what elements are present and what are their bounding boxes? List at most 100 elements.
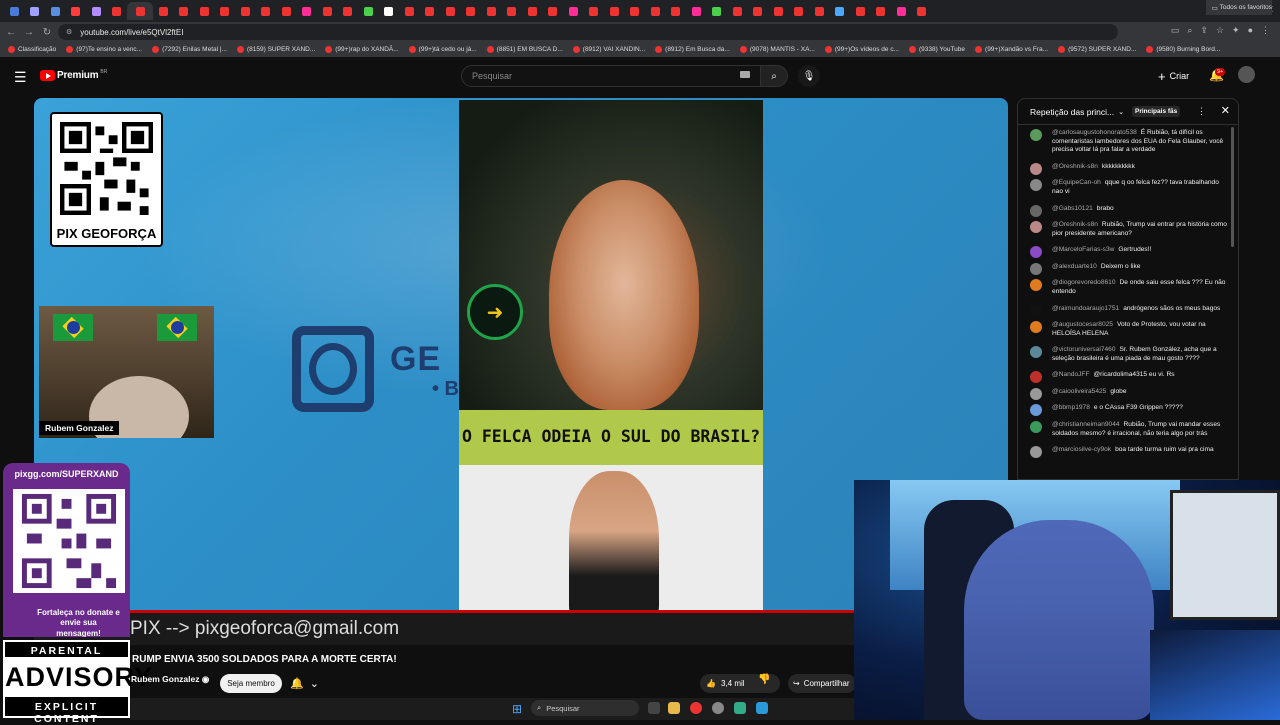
forward-icon[interactable]: → bbox=[22, 27, 36, 38]
chat-scrollbar[interactable] bbox=[1231, 127, 1234, 247]
all-bookmarks[interactable]: ▭ Todos os favoritos bbox=[1205, 0, 1272, 15]
bookmark-item[interactable]: (9572) SUPER XAND... bbox=[1058, 46, 1136, 53]
chat-username[interactable]: @EquipeCan-oh bbox=[1052, 179, 1101, 186]
browser-tab[interactable] bbox=[666, 2, 687, 20]
chat-username[interactable]: @victoruniversal7460 bbox=[1052, 346, 1116, 353]
bookmark-item[interactable]: (99+)Xandão vs Fra... bbox=[975, 46, 1048, 53]
chat-avatar[interactable] bbox=[1030, 204, 1042, 217]
bookmark-item[interactable]: (9338) YouTube bbox=[909, 46, 965, 53]
extensions-icon[interactable]: ✦ bbox=[1232, 25, 1240, 36]
profile-icon[interactable]: ● bbox=[1248, 25, 1253, 36]
chat-message[interactable]: @MarceloFarias-s3w Gertrudes!! bbox=[1018, 246, 1238, 259]
browser-tab[interactable] bbox=[45, 2, 66, 20]
browser-tab[interactable] bbox=[174, 2, 195, 20]
chat-username[interactable]: @marciosilve-cy9ok bbox=[1052, 446, 1111, 453]
browser-tab[interactable] bbox=[563, 2, 584, 20]
browser-tab[interactable] bbox=[66, 2, 87, 20]
chat-message[interactable]: @caiooliveira5425 globe bbox=[1018, 387, 1238, 400]
browser-tab[interactable] bbox=[297, 2, 318, 20]
browser-tab[interactable] bbox=[727, 2, 748, 20]
chat-message[interactable]: @marciosilve-cy9ok boa tarde turma ruim v… bbox=[1018, 446, 1238, 459]
chat-message[interactable]: @diogorevoredo8610 De onde saiu esse felc… bbox=[1018, 279, 1238, 296]
browser-tab[interactable] bbox=[686, 2, 707, 20]
chrome-icon[interactable] bbox=[690, 702, 702, 714]
chat-message[interactable]: @NandoJFF @ricardolima4315 eu vi. Rs bbox=[1018, 371, 1238, 384]
close-icon[interactable]: ✕ bbox=[1221, 104, 1230, 117]
chat-avatar[interactable] bbox=[1030, 221, 1042, 234]
subscription-bell-button[interactable]: 🔔 ⌄ bbox=[290, 674, 319, 693]
file-explorer-icon[interactable] bbox=[668, 702, 680, 714]
browser-tab[interactable] bbox=[153, 2, 174, 20]
chat-username[interactable]: @christianneiman9044 bbox=[1052, 421, 1120, 428]
bookmark-item[interactable]: Classificação bbox=[8, 46, 56, 53]
bookmark-item[interactable]: (9078) MANTIS - XA... bbox=[739, 46, 815, 53]
chat-avatar[interactable] bbox=[1030, 262, 1042, 275]
browser-tab[interactable] bbox=[215, 2, 236, 20]
bookmark-item[interactable]: (99+)tá cedo ou já... bbox=[408, 46, 477, 53]
browser-tab[interactable] bbox=[891, 2, 912, 20]
bookmark-item[interactable]: (9580) Burning Bord... bbox=[1146, 46, 1220, 53]
chat-message[interactable]: @carlosaugustohonorato538 É Rubião, tá di… bbox=[1018, 129, 1238, 155]
bookmark-item[interactable]: (8912) VAI XANDIN... bbox=[572, 46, 645, 53]
chat-message[interactable]: @raimundoaraujo1751 andrógenos sãos os me… bbox=[1018, 304, 1238, 317]
chat-avatar[interactable] bbox=[1030, 446, 1042, 459]
browser-tab[interactable] bbox=[850, 2, 871, 20]
channel-name[interactable]: Rubem Gonzalez ◉ bbox=[131, 674, 209, 685]
youtube-logo[interactable]: Premium BR bbox=[40, 69, 107, 81]
site-info-icon[interactable]: ⚙ bbox=[66, 28, 72, 36]
chat-username[interactable]: @alexduarte10 bbox=[1052, 263, 1097, 270]
task-view-icon[interactable] bbox=[648, 702, 660, 714]
chat-message[interactable]: @Oreshnik-s8n Rubião, Trump vai entrar pr… bbox=[1018, 221, 1238, 238]
keyboard-icon[interactable] bbox=[740, 71, 750, 78]
bookmark-item[interactable]: (8912) Em Busca da... bbox=[655, 46, 730, 53]
chat-username[interactable]: @Gabs10121 bbox=[1052, 205, 1093, 212]
browser-tab[interactable] bbox=[604, 2, 625, 20]
chat-avatar[interactable] bbox=[1030, 404, 1042, 417]
back-icon[interactable]: ← bbox=[4, 27, 18, 38]
chat-message[interactable]: @victoruniversal7460 Sr. Rubem González, … bbox=[1018, 346, 1238, 363]
browser-tab[interactable] bbox=[420, 2, 441, 20]
browser-tab[interactable] bbox=[481, 2, 502, 20]
browser-tab[interactable] bbox=[379, 2, 400, 20]
top-fans-badge[interactable]: Principais fãs bbox=[1131, 106, 1181, 117]
browser-tab[interactable] bbox=[317, 2, 338, 20]
voice-search-button[interactable]: 🎙 bbox=[798, 65, 820, 87]
browser-tab[interactable] bbox=[4, 2, 25, 20]
zoom-icon[interactable]: ⌕ bbox=[1187, 25, 1192, 36]
chat-message[interactable]: @alexduarte10 Deixem o like bbox=[1018, 262, 1238, 275]
menu-icon[interactable]: ⋮ bbox=[1261, 25, 1270, 36]
hamburger-menu-icon[interactable]: ☰ bbox=[14, 69, 27, 86]
chat-username[interactable]: @diogorevoredo8610 bbox=[1052, 279, 1116, 286]
browser-tab[interactable] bbox=[86, 2, 107, 20]
browser-tab[interactable] bbox=[358, 2, 379, 20]
chat-avatar[interactable] bbox=[1030, 246, 1042, 259]
chat-avatar[interactable] bbox=[1030, 387, 1042, 400]
reload-icon[interactable]: ↻ bbox=[40, 27, 54, 38]
browser-tab[interactable] bbox=[645, 2, 666, 20]
chat-avatar[interactable] bbox=[1030, 321, 1042, 334]
browser-tab[interactable] bbox=[522, 2, 543, 20]
chat-username[interactable]: @caiooliveira5425 bbox=[1052, 388, 1106, 395]
browser-tab[interactable] bbox=[194, 2, 215, 20]
account-avatar[interactable] bbox=[1238, 66, 1255, 83]
browser-tab[interactable] bbox=[871, 2, 892, 20]
chat-message[interactable]: @Oreshnik-s8n kkkkkkkkkk bbox=[1018, 162, 1238, 175]
browser-tab[interactable] bbox=[25, 2, 46, 20]
browser-tab[interactable] bbox=[338, 2, 359, 20]
chat-avatar[interactable] bbox=[1030, 279, 1042, 292]
app-icon[interactable] bbox=[734, 702, 746, 714]
taskbar-search[interactable]: ⌕ Pesquisar bbox=[531, 700, 639, 716]
browser-tab[interactable] bbox=[830, 2, 851, 20]
chat-username[interactable]: @Oreshnik-s8n bbox=[1052, 221, 1098, 228]
bookmark-star-icon[interactable]: ☆ bbox=[1216, 25, 1224, 36]
chevron-down-icon[interactable]: ⌄ bbox=[1118, 108, 1124, 116]
chat-username[interactable]: @raimundoaraujo1751 bbox=[1052, 305, 1119, 312]
dislike-button[interactable]: 👎 bbox=[758, 674, 770, 685]
chat-avatar[interactable] bbox=[1030, 371, 1042, 384]
share-button[interactable]: ↪ Compartilhar bbox=[788, 674, 856, 693]
browser-tab[interactable] bbox=[809, 2, 830, 20]
telegram-icon[interactable] bbox=[756, 702, 768, 714]
chat-message[interactable]: @EquipeCan-oh qque q oo felca fez?? tava … bbox=[1018, 179, 1238, 196]
browser-tab[interactable] bbox=[748, 2, 769, 20]
browser-tab[interactable] bbox=[276, 2, 297, 20]
